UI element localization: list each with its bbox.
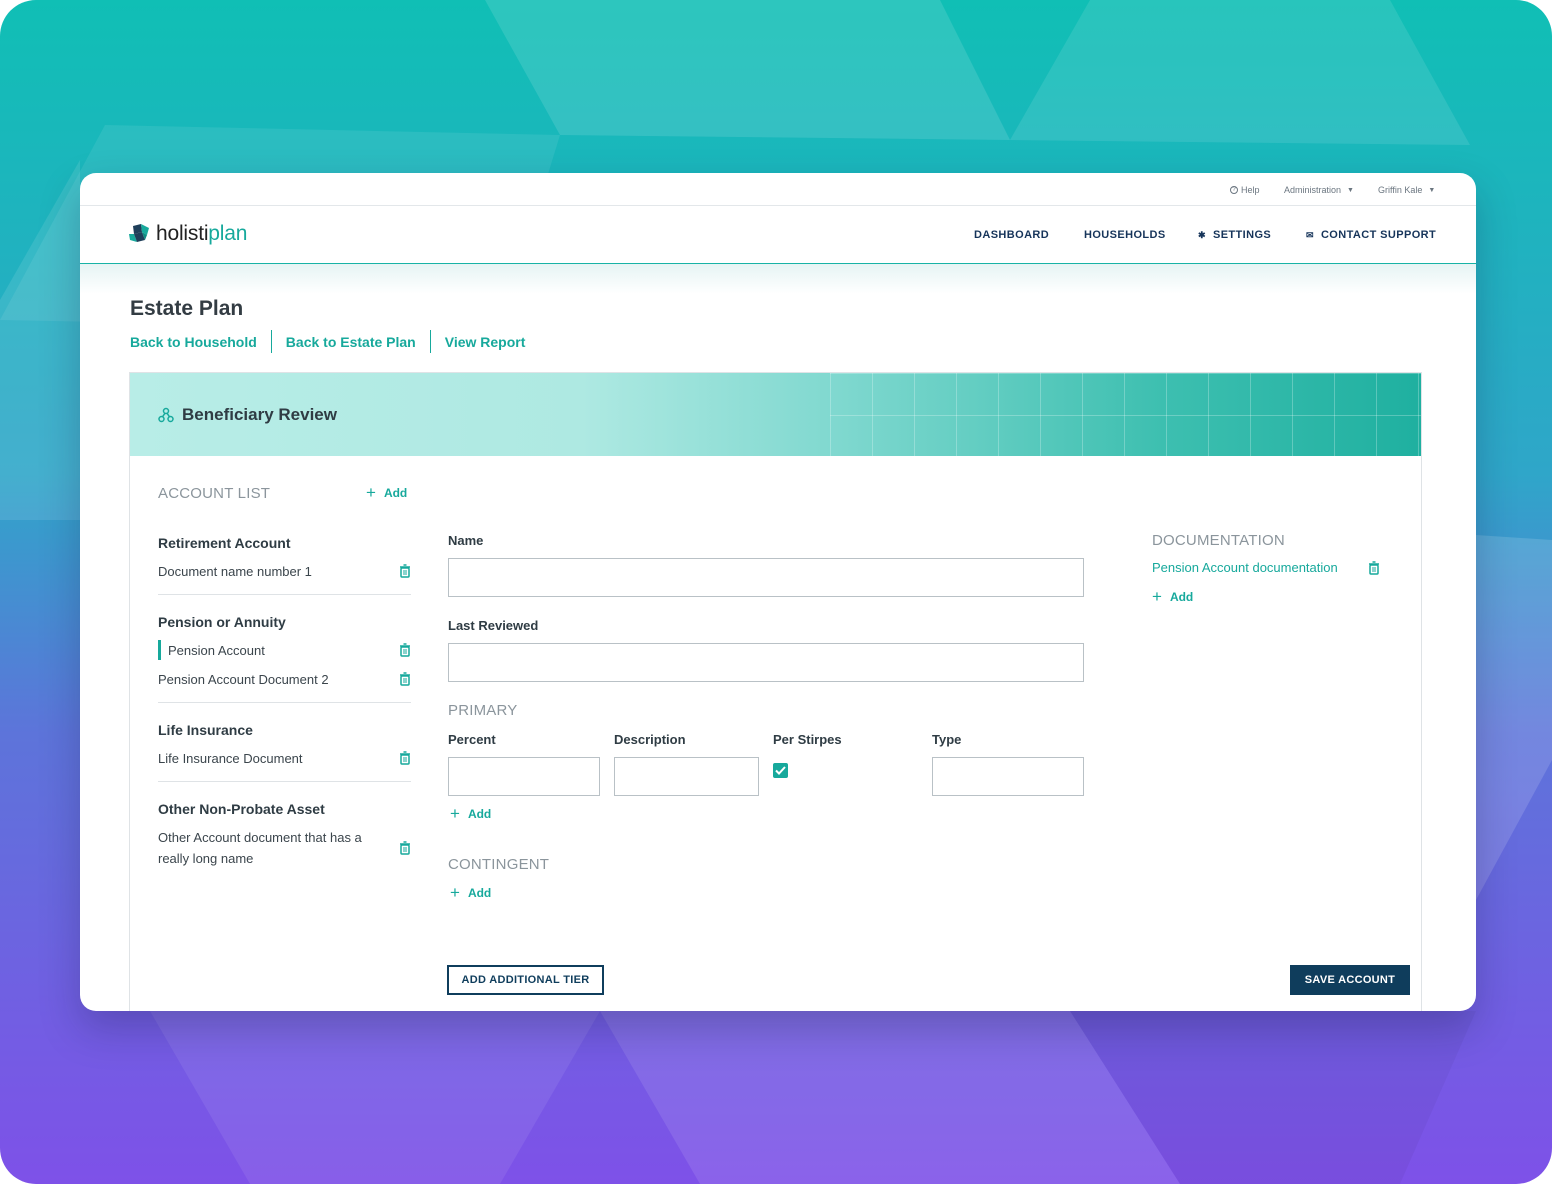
account-group-title: Life Insurance [158,722,253,738]
user-name: Griffin Kale [1378,185,1423,195]
account-doc-label: Other Account document that has a really… [158,830,362,866]
nav-shadow [80,264,1476,294]
main-navbar: holistiplan DASHBOARD HOUSEHOLDS ✱ SETTI… [80,206,1476,264]
card-title: Beneficiary Review [158,405,337,425]
trash-icon[interactable] [399,643,411,657]
contingent-label: CONTINGENT [448,856,550,873]
app-window: ? Help Administration ▼ Griffin Kale ▼ h… [80,173,1476,1011]
nav-settings[interactable]: ✱ SETTINGS [1198,229,1271,241]
percent-input[interactable] [448,757,600,796]
page-title: Estate Plan [130,297,244,320]
breadcrumb: Back to Household Back to Estate Plan Vi… [130,330,525,353]
checkmark-icon [775,766,786,775]
add-additional-tier-button[interactable]: ADD ADDITIONAL TIER [447,965,604,995]
beneficiary-tree-icon [158,407,174,423]
brand-suffix: plan [208,222,248,245]
back-to-household-link[interactable]: Back to Household [130,334,257,350]
breadcrumb-divider [270,330,272,353]
plus-icon: + [366,483,376,502]
header-pattern [830,373,1421,456]
administration-menu[interactable]: Administration ▼ [1284,185,1354,195]
account-group-pension: Pension or Annuity Pension Account Pensi… [158,614,411,703]
administration-label: Administration [1284,185,1342,195]
last-reviewed-label: Last Reviewed [448,618,539,633]
last-reviewed-input[interactable] [448,643,1084,682]
add-account-label: Add [383,486,408,500]
caret-down-icon: ▼ [1347,186,1354,194]
nav-contact-support[interactable]: ✉ CONTACT SUPPORT [1306,229,1436,241]
back-to-estate-plan-link[interactable]: Back to Estate Plan [286,334,416,350]
description-label: Description [614,732,686,747]
description-input[interactable] [614,757,759,796]
holistiplan-logo-icon [129,224,149,242]
nav-households[interactable]: HOUSEHOLDS [1084,229,1166,241]
account-group-title: Pension or Annuity [158,614,286,630]
account-doc-label: Pension Account Document 2 [158,672,329,687]
divider [158,781,411,782]
account-doc-item[interactable]: Other Account document that has a really… [158,827,411,869]
save-account-button[interactable]: SAVE ACCOUNT [1290,965,1410,995]
add-contingent-label: Add [467,886,492,900]
nav-contact-label: CONTACT SUPPORT [1320,229,1437,241]
percent-label: Percent [448,732,496,747]
trash-icon[interactable] [399,841,411,855]
add-account-button[interactable]: + Add [366,483,408,502]
trash-icon[interactable] [1368,561,1380,575]
account-group-other: Other Non-Probate Asset Other Account do… [158,801,411,869]
type-label: Type [932,732,962,747]
trash-icon[interactable] [399,751,411,765]
account-doc-label: Life Insurance Document [158,751,303,766]
account-doc-item[interactable]: Document name number 1 [158,557,411,586]
documentation-item-label: Pension Account documentation [1152,560,1338,575]
account-doc-item[interactable]: Life Insurance Document [158,744,411,773]
account-doc-label: Pension Account [168,643,265,658]
account-group-title: Other Non-Probate Asset [158,801,325,817]
add-primary-label: Add [467,807,492,821]
account-group-title: Retirement Account [158,535,291,551]
brand-prefix: holisti [156,222,209,245]
trash-icon[interactable] [399,672,411,686]
nav-dashboard[interactable]: DASHBOARD [974,229,1049,241]
documentation-item[interactable]: Pension Account documentation [1152,560,1380,575]
account-doc-item[interactable]: Pension Account Document 2 [158,665,411,694]
divider [158,594,411,595]
account-doc-label: Document name number 1 [158,564,312,579]
utility-bar: ? Help Administration ▼ Griffin Kale ▼ [80,173,1476,206]
help-link[interactable]: ? Help [1230,185,1260,195]
per-stirpes-label: Per Stirpes [773,732,842,747]
account-doc-item-active[interactable]: Pension Account [158,636,411,665]
card-title-text: Beneficiary Review [182,405,337,424]
plus-icon: + [450,804,460,823]
brand-logo[interactable]: holistiplan [128,222,247,246]
plus-icon: + [1152,587,1162,606]
add-documentation-button[interactable]: + Add [1152,587,1194,606]
trash-icon[interactable] [399,564,411,578]
name-label: Name [448,533,484,548]
view-report-link[interactable]: View Report [445,334,526,350]
card-header: Beneficiary Review [130,373,1421,456]
caret-down-icon: ▼ [1428,186,1436,194]
primary-label: PRIMARY [448,702,518,719]
help-label: Help [1241,185,1260,195]
nav-settings-label: SETTINGS [1212,229,1272,241]
plus-icon: + [450,883,460,902]
breadcrumb-divider [429,330,431,353]
per-stirpes-checkbox[interactable] [773,763,788,778]
brand-name: holistiplan [156,222,247,246]
add-contingent-beneficiary-button[interactable]: + Add [450,883,492,902]
add-documentation-label: Add [1169,590,1194,604]
help-icon: ? [1230,186,1238,194]
add-primary-beneficiary-button[interactable]: + Add [450,804,492,823]
type-input[interactable] [932,757,1084,796]
envelope-icon: ✉ [1306,229,1314,240]
divider [158,702,411,703]
beneficiary-review-card: Beneficiary Review ACCOUNT LIST + Add Re… [129,372,1422,1011]
gear-icon: ✱ [1198,229,1206,240]
account-group-retirement: Retirement Account Document name number … [158,535,411,595]
name-input[interactable] [448,558,1084,597]
documentation-label: DOCUMENTATION [1152,532,1285,549]
account-list-label: ACCOUNT LIST [158,485,271,502]
user-menu[interactable]: Griffin Kale ▼ [1378,185,1435,195]
account-group-life-insurance: Life Insurance Life Insurance Document [158,722,411,782]
